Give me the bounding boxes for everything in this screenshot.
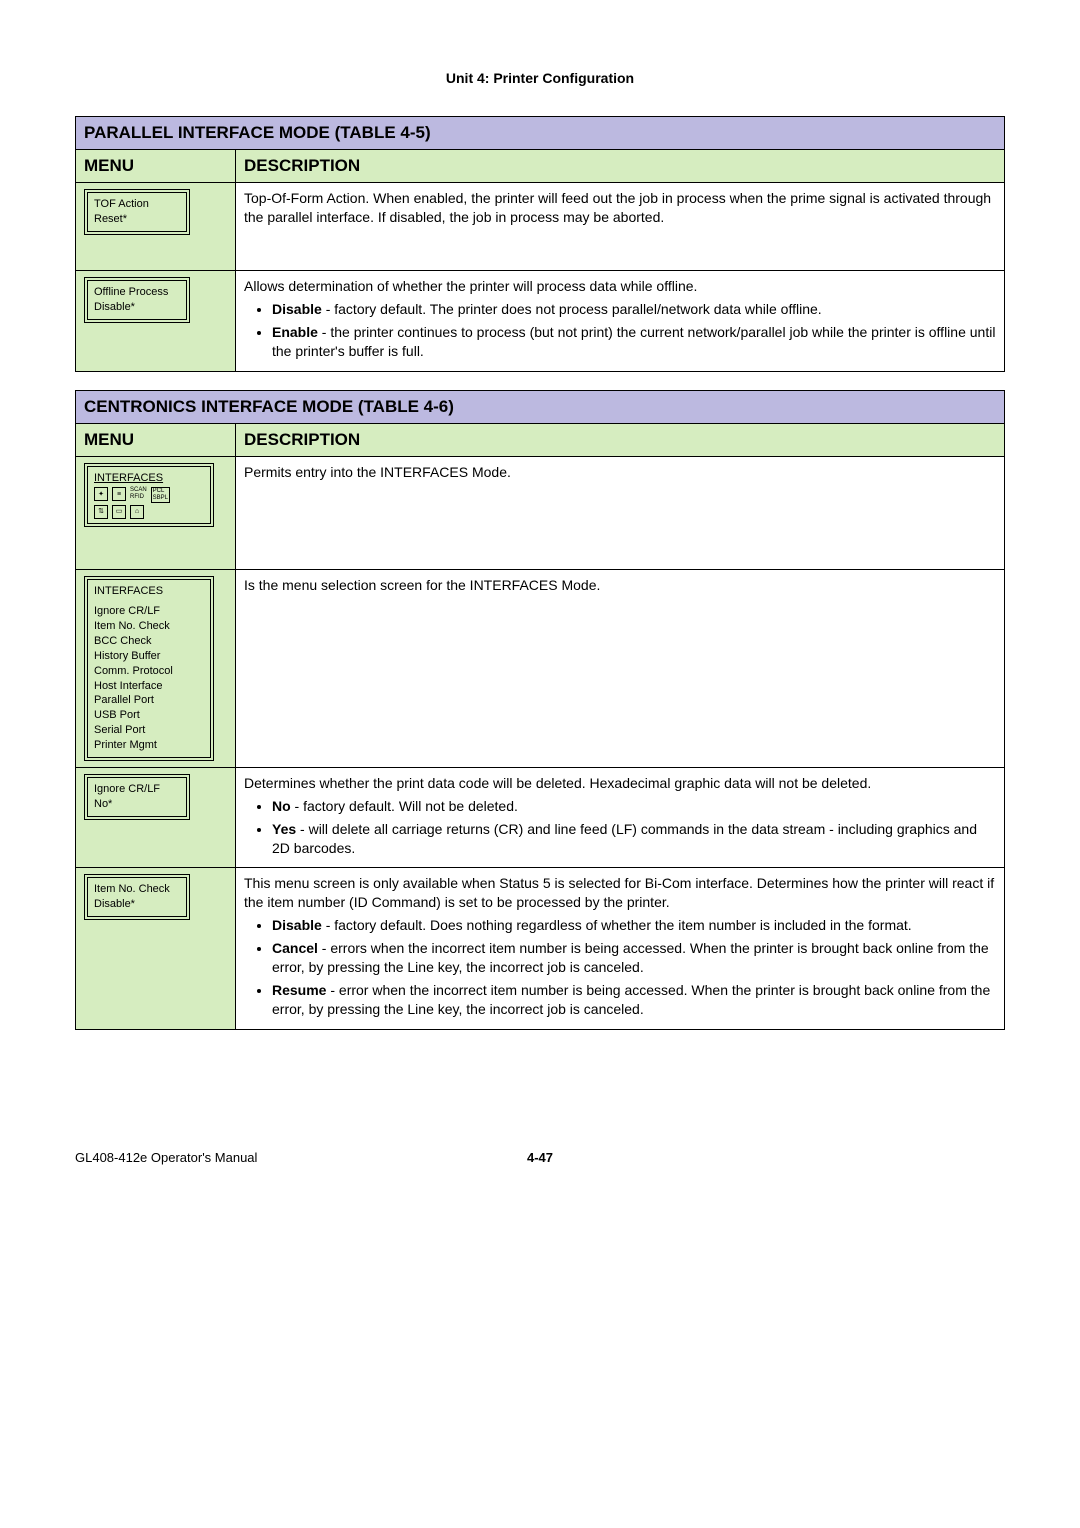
lcd-screen: Offline Process Disable* (84, 277, 190, 323)
lcd-icon-row: ⇅ ▭ ⌂ (94, 505, 204, 519)
lcd-line: Reset* (94, 212, 180, 227)
table46-col-desc: DESCRIPTION (236, 423, 1005, 456)
tool-icon: ✦ (94, 487, 108, 501)
lcd-line: History Buffer (94, 649, 204, 664)
table45-title: PARALLEL INTERFACE MODE (TABLE 4-5) (76, 117, 1005, 150)
bullet: No - factory default. Will not be delete… (272, 797, 996, 816)
table-centronics-interface: CENTRONICS INTERFACE MODE (TABLE 4-6) ME… (75, 390, 1005, 1030)
lcd-header: INTERFACES (94, 584, 204, 599)
table-row: Offline Process Disable* Allows determin… (76, 271, 1005, 372)
table45-col-menu: MENU (76, 150, 236, 183)
icon-label: RFID (130, 494, 147, 501)
icon-label: PCL (153, 488, 168, 495)
lcd-title: INTERFACES (94, 471, 204, 486)
slider-icon: ⇅ (94, 505, 108, 519)
lcd-line: Disable* (94, 300, 180, 315)
table-row: INTERFACES ✦ ≡ SCAN RFID PCL SBPL (76, 456, 1005, 569)
bullet: Yes - will delete all carriage returns (… (272, 820, 996, 858)
lcd-screen: INTERFACES ✦ ≡ SCAN RFID PCL SBPL (84, 463, 214, 527)
lcd-line: Item No. Check (94, 882, 180, 897)
lcd-line: Comm. Protocol (94, 664, 204, 679)
desc-text: Permits entry into the INTERFACES Mode. (244, 464, 511, 480)
icon-label: SBPL (153, 495, 168, 502)
desc-text: Allows determination of whether the prin… (244, 277, 996, 296)
page-footer: GL408-412e Operator's Manual 4-47 (75, 1150, 1005, 1165)
icon-label: SCAN (130, 487, 147, 494)
lcd-screen: INTERFACES Ignore CR/LF Item No. Check B… (84, 576, 214, 761)
table45-col-desc: DESCRIPTION (236, 150, 1005, 183)
table-row: Item No. Check Disable* This menu screen… (76, 868, 1005, 1029)
lcd-line: Item No. Check (94, 619, 204, 634)
barcode-icon: ≡ (112, 487, 126, 501)
bullet: Disable - factory default. Does nothing … (272, 916, 996, 935)
lcd-line: Ignore CR/LF (94, 604, 204, 619)
desc-text: Determines whether the print data code w… (244, 774, 996, 793)
table-row: TOF Action Reset* Top-Of-Form Action. Wh… (76, 183, 1005, 271)
lcd-line: Parallel Port (94, 693, 204, 708)
desc-text: This menu screen is only available when … (244, 874, 996, 912)
lcd-line: USB Port (94, 708, 204, 723)
lcd-line: Offline Process (94, 285, 180, 300)
printer-icon: ⌂ (130, 505, 144, 519)
lcd-line: Host Interface (94, 679, 204, 694)
table46-title: CENTRONICS INTERFACE MODE (TABLE 4-6) (76, 390, 1005, 423)
bullet: Cancel - errors when the incorrect item … (272, 939, 996, 977)
lcd-line: BCC Check (94, 634, 204, 649)
desc-text: Top-Of-Form Action. When enabled, the pr… (244, 190, 991, 225)
lcd-screen: TOF Action Reset* (84, 189, 190, 235)
lcd-line: Ignore CR/LF (94, 782, 180, 797)
lcd-screen: Item No. Check Disable* (84, 874, 190, 920)
table-row: Ignore CR/LF No* Determines whether the … (76, 767, 1005, 868)
lcd-line: No* (94, 797, 180, 812)
desc-text: Is the menu selection screen for the INT… (244, 577, 600, 593)
bullet: Enable - the printer continues to proces… (272, 323, 996, 361)
bullet: Disable - factory default. The printer d… (272, 300, 996, 319)
table-row: INTERFACES Ignore CR/LF Item No. Check B… (76, 569, 1005, 767)
table46-col-menu: MENU (76, 423, 236, 456)
lcd-line: TOF Action (94, 197, 180, 212)
page-icon: ▭ (112, 505, 126, 519)
lcd-icon-row: ✦ ≡ SCAN RFID PCL SBPL (94, 487, 204, 502)
lcd-line: Serial Port (94, 723, 204, 738)
unit-header: Unit 4: Printer Configuration (75, 70, 1005, 86)
page-number: 4-47 (527, 1150, 553, 1165)
lcd-screen: Ignore CR/LF No* (84, 774, 190, 820)
table-parallel-interface: PARALLEL INTERFACE MODE (TABLE 4-5) MENU… (75, 116, 1005, 372)
bullet: Resume - error when the incorrect item n… (272, 981, 996, 1019)
lcd-line: Disable* (94, 897, 180, 912)
lcd-line: Printer Mgmt (94, 738, 204, 753)
footer-left: GL408-412e Operator's Manual (75, 1150, 257, 1165)
